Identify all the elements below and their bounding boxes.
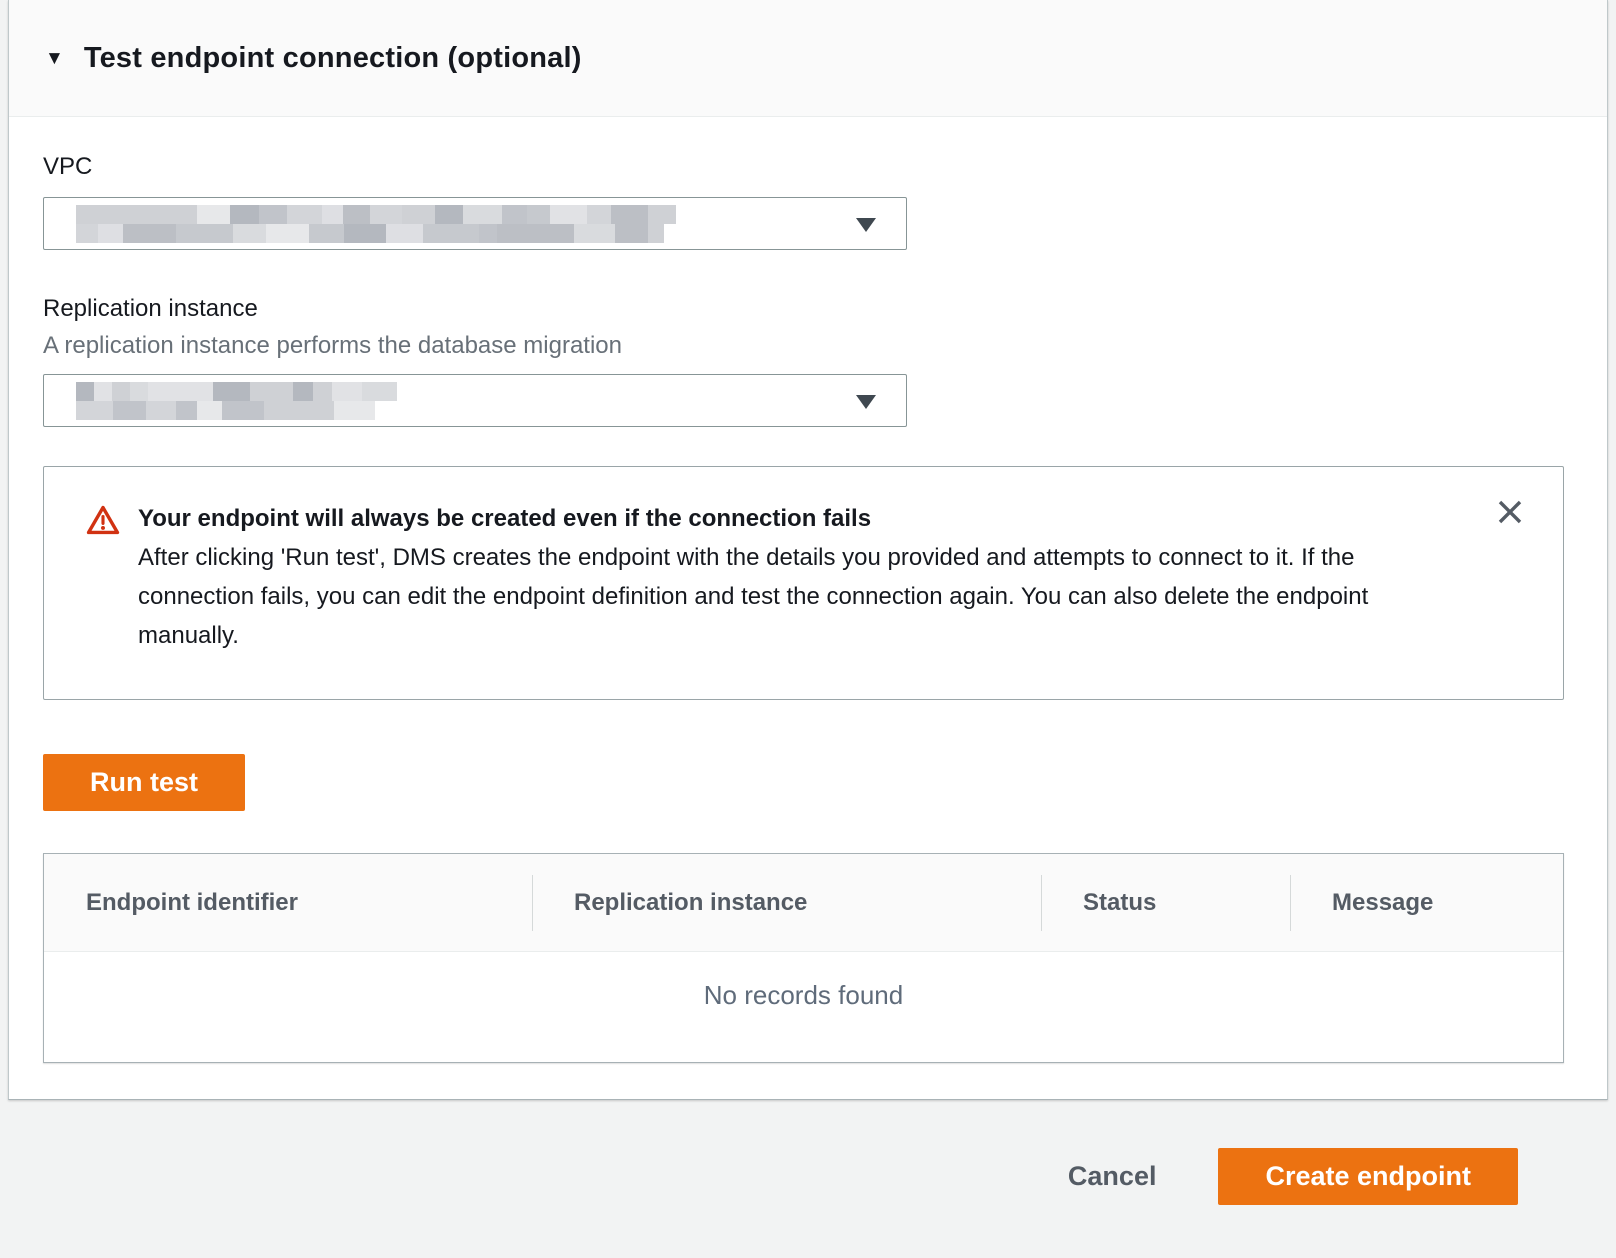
column-header-message: Message (1290, 854, 1563, 951)
warning-text: Your endpoint will always be created eve… (138, 499, 1443, 655)
column-header-replication-instance: Replication instance (532, 854, 1041, 951)
run-test-button[interactable]: Run test (43, 754, 245, 811)
chevron-down-icon (856, 395, 876, 409)
chevron-down-icon (856, 218, 876, 232)
warning-title: Your endpoint will always be created eve… (138, 499, 1443, 538)
column-header-endpoint-identifier: Endpoint identifier (44, 854, 532, 951)
replication-instance-description: A replication instance performs the data… (43, 332, 1573, 360)
test-results-table: Endpoint identifier Replication instance… (43, 853, 1564, 1063)
warning-alert: Your endpoint will always be created eve… (43, 466, 1564, 700)
vpc-label: VPC (43, 153, 1573, 181)
collapse-triangle-icon: ▼ (45, 49, 64, 68)
table-empty-state: No records found (44, 952, 1563, 1062)
redacted-replication-instance-value (76, 382, 397, 420)
panel-header-toggle[interactable]: ▼ Test endpoint connection (optional) (9, 0, 1607, 117)
replication-instance-select[interactable] (43, 374, 907, 427)
close-icon[interactable] (1495, 497, 1525, 527)
warning-body: After clicking 'Run test', DMS creates t… (138, 538, 1443, 655)
cancel-button[interactable]: Cancel (1068, 1161, 1157, 1192)
panel-title: Test endpoint connection (optional) (84, 42, 582, 75)
vpc-select[interactable] (43, 197, 907, 250)
column-header-status: Status (1041, 854, 1290, 951)
test-endpoint-panel: ▼ Test endpoint connection (optional) VP… (8, 0, 1608, 1100)
create-endpoint-button[interactable]: Create endpoint (1218, 1148, 1518, 1205)
redacted-vpc-value (76, 205, 676, 243)
table-header-row: Endpoint identifier Replication instance… (44, 854, 1563, 952)
warning-triangle-icon (86, 504, 120, 541)
panel-body: VPC Replication instance A replication i… (9, 153, 1607, 1063)
replication-instance-label: Replication instance (43, 295, 1573, 323)
footer-actions: Cancel Create endpoint (1068, 1148, 1518, 1205)
